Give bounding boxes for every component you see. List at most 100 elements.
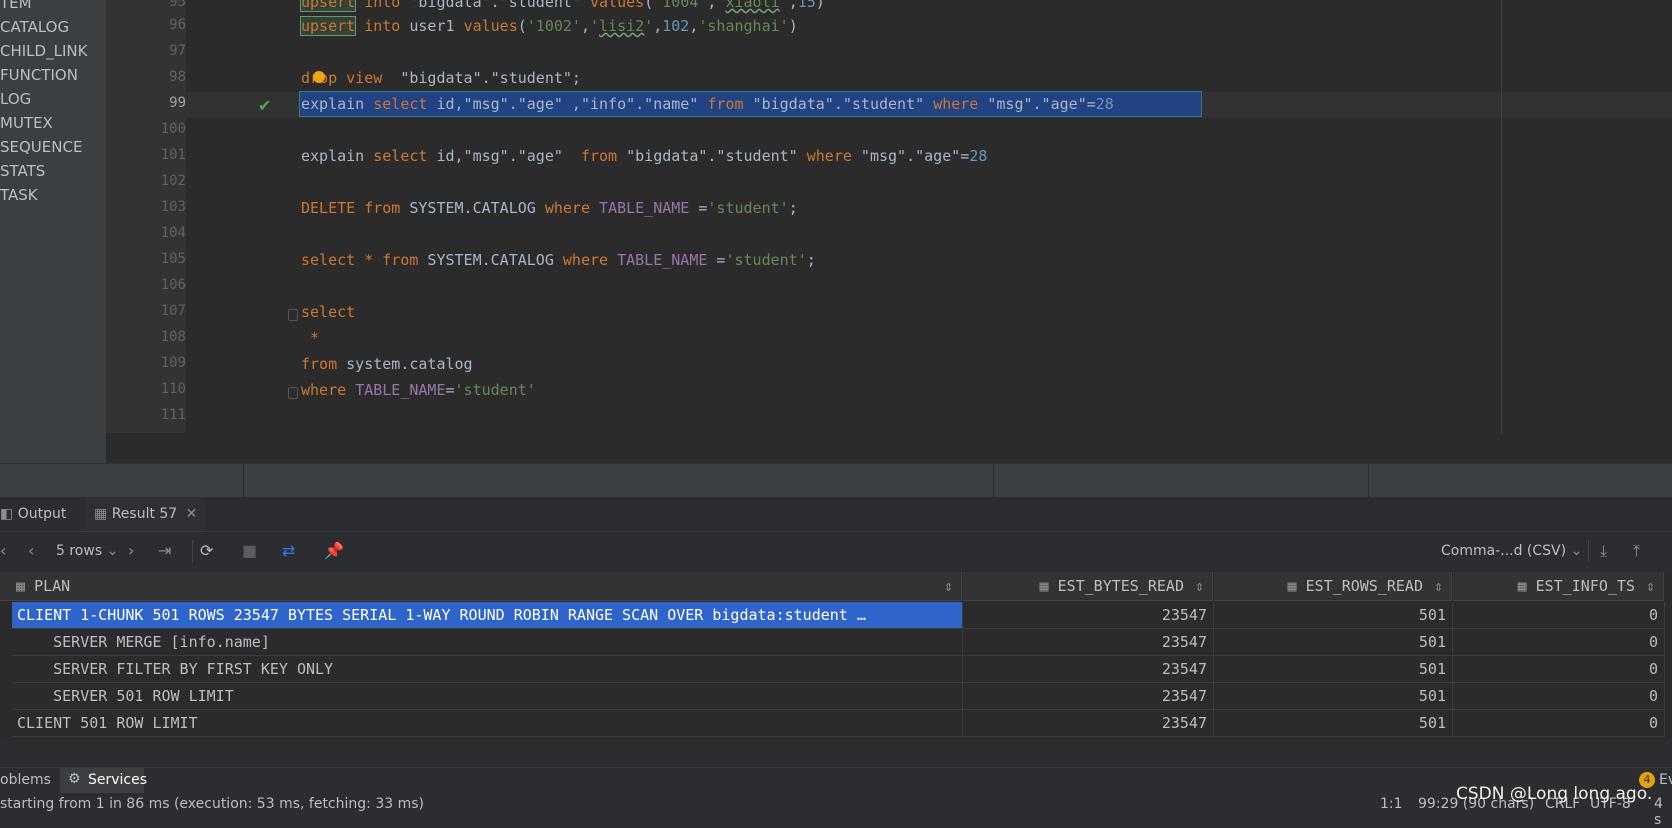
result-toolbar: ‹ ‹ 5 rows ⌄ › ⇥ ⟳ ■ ⇄ 📌 Comma-...d (CSV… xyxy=(0,531,1672,573)
tree-item[interactable]: MUTEX xyxy=(0,114,53,132)
refresh-icon[interactable]: ⟳ xyxy=(200,541,213,560)
close-icon[interactable]: ✕ xyxy=(186,506,198,522)
cell-plan[interactable]: SERVER 501 ROW LIMIT xyxy=(12,683,963,710)
code-line: from system.catalog xyxy=(301,355,473,373)
caret-position[interactable]: 1:1 xyxy=(1380,796,1403,812)
code-line: drop view "bigdata"."student"; xyxy=(301,69,581,87)
first-page-icon[interactable]: ‹ xyxy=(0,541,6,560)
transpose-icon[interactable]: ⇄ xyxy=(282,541,295,560)
tree-item[interactable]: FUNCTION xyxy=(0,66,78,84)
line-number: 97 xyxy=(169,43,186,59)
column-header-label: EST_INFO_TS xyxy=(1535,577,1635,595)
line-number: 98 xyxy=(169,69,186,85)
line-number: 108 xyxy=(160,329,186,345)
tab-output[interactable]: ◧ Output xyxy=(0,497,74,531)
tab-result-label: Result 57 xyxy=(111,506,178,522)
cell-est-bytes-read[interactable]: 23547 xyxy=(963,602,1214,629)
bottom-tool-strip: oblems ⚙ Services 4 Ev xyxy=(0,767,1672,794)
tree-item[interactable]: TEM xyxy=(0,0,32,12)
cell-est-rows-read[interactable]: 501 xyxy=(1214,629,1453,656)
export-format-dropdown[interactable]: Comma-...d (CSV) ⌄ xyxy=(1441,543,1582,559)
cell-est-bytes-read[interactable]: 23547 xyxy=(963,656,1214,683)
cell-plan[interactable]: CLIENT 1-CHUNK 501 ROWS 23547 BYTES SERI… xyxy=(12,602,963,629)
sort-icon[interactable]: ⇕ xyxy=(1195,572,1204,601)
stop-icon[interactable]: ■ xyxy=(242,541,257,560)
tab-event-log[interactable]: Ev xyxy=(1659,772,1672,788)
tab-problems[interactable]: oblems xyxy=(0,772,51,788)
line-gutter: 95 96 97 98 99 100 101 102 103 104 105 1… xyxy=(106,0,186,433)
table-icon: ▦ xyxy=(94,506,108,522)
status-bar: starting from 1 in 86 ms (execution: 53 … xyxy=(0,784,1672,828)
cell-est-info-ts[interactable]: 0 xyxy=(1453,629,1665,656)
sort-icon[interactable]: ⇕ xyxy=(944,572,953,601)
line-number: 102 xyxy=(160,173,186,189)
fold-marker-icon[interactable] xyxy=(288,387,298,399)
chevron-down-icon: ⌄ xyxy=(106,543,119,559)
tree-item[interactable]: LOG xyxy=(0,90,31,108)
rows-dropdown[interactable]: 5 rows ⌄ xyxy=(56,543,118,559)
line-number: 95 xyxy=(169,0,186,10)
indent-info[interactable]: 4 s xyxy=(1654,796,1672,828)
right-margin-guide xyxy=(1501,0,1502,433)
code-line: explain select id,"msg"."age" ,"info"."n… xyxy=(301,95,1114,113)
cell-plan[interactable]: SERVER FILTER BY FIRST KEY ONLY xyxy=(12,656,963,683)
tree-item[interactable]: CHILD_LINK xyxy=(0,42,87,60)
line-number: 101 xyxy=(160,147,186,163)
cell-est-info-ts[interactable]: 0 xyxy=(1453,683,1665,710)
tab-services[interactable]: ⚙ Services xyxy=(60,768,147,794)
cell-plan[interactable]: SERVER MERGE [info.name] xyxy=(12,629,963,656)
column-header-est-rows-read[interactable]: ▦ EST_ROWS_READ ⇕ xyxy=(1214,572,1452,601)
line-number: 110 xyxy=(160,381,186,397)
pin-icon[interactable]: 📌 xyxy=(324,541,344,560)
line-number: 103 xyxy=(160,199,186,215)
column-icon: ▦ xyxy=(1517,577,1527,595)
column-header-label: EST_ROWS_READ xyxy=(1305,577,1423,595)
cell-est-rows-read[interactable]: 501 xyxy=(1214,602,1453,629)
tree-item[interactable]: SEQUENCE xyxy=(0,138,82,156)
cell-est-bytes-read[interactable]: 23547 xyxy=(963,629,1214,656)
download-icon[interactable]: ⤓ xyxy=(1600,541,1607,561)
line-number: 105 xyxy=(160,251,186,267)
database-tree: TEM CATALOG CHILD_LINK FUNCTION LOG MUTE… xyxy=(0,0,106,463)
column-header-plan[interactable]: ▦ PLAN ⇕ xyxy=(0,572,962,601)
upload-icon[interactable]: ⤒ xyxy=(1633,541,1640,561)
column-header-est-bytes-read[interactable]: ▦ EST_BYTES_READ ⇕ xyxy=(963,572,1213,601)
line-number: 111 xyxy=(160,407,186,423)
toolbar-separator xyxy=(192,540,193,562)
previous-page-icon[interactable]: ‹ xyxy=(28,541,34,560)
last-page-icon[interactable]: ⇥ xyxy=(158,541,171,560)
cell-est-info-ts[interactable]: 0 xyxy=(1453,710,1665,737)
code-line: DELETE from SYSTEM.CATALOG where TABLE_N… xyxy=(301,199,798,217)
code-line: * xyxy=(310,329,320,347)
intention-bulb-icon[interactable] xyxy=(313,70,326,83)
column-header-est-info-ts[interactable]: ▦ EST_INFO_TS ⇕ xyxy=(1453,572,1664,601)
column-header-label: PLAN xyxy=(34,577,71,595)
cell-est-info-ts[interactable]: 0 xyxy=(1453,656,1665,683)
code-line: upsert into "bigdata"."student" values('… xyxy=(299,0,825,12)
line-number: 96 xyxy=(169,17,186,33)
cell-est-info-ts[interactable]: 0 xyxy=(1453,602,1665,629)
fold-marker-icon[interactable] xyxy=(288,309,298,321)
tree-item[interactable]: STATS xyxy=(0,162,45,180)
sort-icon[interactable]: ⇕ xyxy=(1646,572,1655,601)
rows-count: 5 rows xyxy=(56,543,103,559)
column-icon: ▦ xyxy=(1287,577,1297,595)
line-number: 109 xyxy=(160,355,186,371)
cell-est-rows-read[interactable]: 501 xyxy=(1214,683,1453,710)
sort-icon[interactable]: ⇕ xyxy=(1434,572,1443,601)
panel-splitter[interactable] xyxy=(0,463,1672,498)
tree-item[interactable]: CATALOG xyxy=(0,18,69,36)
tab-result[interactable]: ▦ Result 57 ✕ xyxy=(86,497,206,533)
cell-est-rows-read[interactable]: 501 xyxy=(1214,710,1453,737)
tree-item[interactable]: TASK xyxy=(0,186,38,204)
code-line: select xyxy=(301,303,356,321)
splitter-divider xyxy=(243,464,244,498)
code-line: explain select id,"msg"."age" from "bigd… xyxy=(301,147,988,165)
sql-editor[interactable]: 95 96 97 98 99 100 101 102 103 104 105 1… xyxy=(106,0,1672,433)
cell-est-bytes-read[interactable]: 23547 xyxy=(963,710,1214,737)
status-message: starting from 1 in 86 ms (execution: 53 … xyxy=(0,796,424,812)
next-page-icon[interactable]: › xyxy=(128,541,134,560)
cell-est-rows-read[interactable]: 501 xyxy=(1214,656,1453,683)
cell-est-bytes-read[interactable]: 23547 xyxy=(963,683,1214,710)
cell-plan[interactable]: CLIENT 501 ROW LIMIT xyxy=(12,710,963,737)
